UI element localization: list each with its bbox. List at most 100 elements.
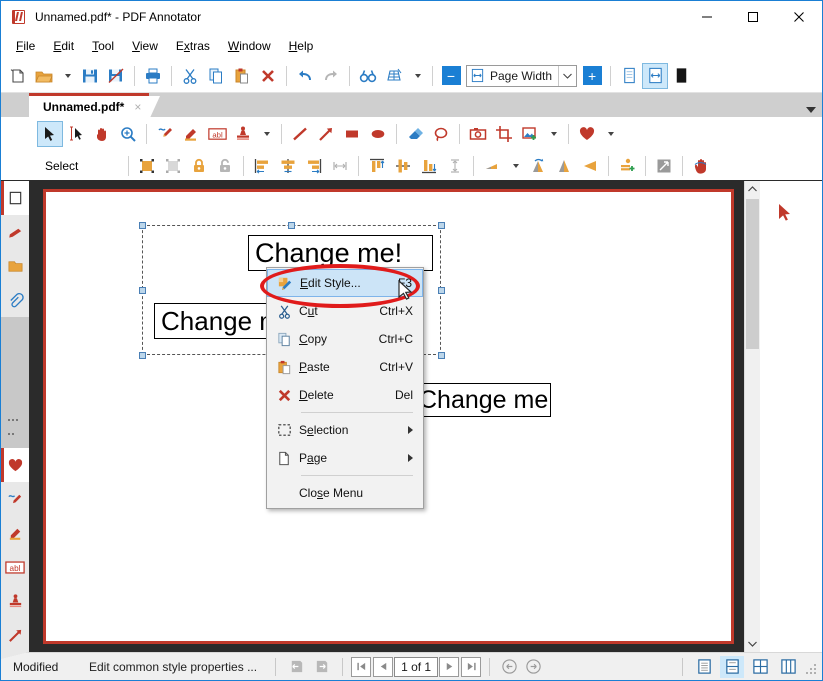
rotate-icon[interactable] (479, 153, 505, 179)
eraser-tool-icon[interactable] (402, 121, 428, 147)
scroll-down-arrow-icon[interactable] (745, 636, 760, 652)
sidebar-tool-stamp[interactable] (1, 584, 29, 625)
full-screen-icon[interactable] (668, 63, 694, 89)
insert-image-dropdown-caret-icon[interactable] (543, 121, 563, 147)
find-icon[interactable] (355, 63, 381, 89)
selection-handle-ne[interactable] (438, 222, 445, 229)
menu-file[interactable]: FFileile (7, 36, 44, 56)
selection-handle-e[interactable] (438, 287, 445, 294)
menu-edit[interactable]: Edit (44, 36, 83, 56)
sidebar-tab-attachments[interactable] (1, 283, 29, 324)
stamp-dropdown-caret-icon[interactable] (256, 121, 276, 147)
menu-help[interactable]: Help (280, 36, 323, 56)
flip-horizontal-icon[interactable] (577, 153, 603, 179)
open-dropdown-caret-icon[interactable] (57, 63, 77, 89)
rectangle-tool-icon[interactable] (339, 121, 365, 147)
scroll-up-arrow-icon[interactable] (745, 181, 760, 197)
view-facing[interactable] (748, 656, 772, 678)
menu-close[interactable]: Close Menu (267, 479, 423, 507)
maximize-button[interactable] (730, 1, 776, 33)
align-left-icon[interactable] (249, 153, 275, 179)
zoom-level-combo[interactable]: Page Width (466, 64, 578, 87)
ungroup-icon[interactable] (160, 153, 186, 179)
view-single-page[interactable] (692, 656, 716, 678)
menu-extras[interactable]: Extras (167, 36, 219, 56)
align-right-icon[interactable] (301, 153, 327, 179)
selection-handle-nw[interactable] (139, 222, 146, 229)
favorites-dropdown-caret-icon[interactable] (600, 121, 620, 147)
history-forward-icon[interactable] (309, 654, 335, 680)
first-page-icon[interactable] (351, 656, 372, 677)
lasso-tool-icon[interactable] (428, 121, 454, 147)
page-indicator[interactable]: 1 of 1 (394, 656, 439, 677)
tab-close-icon[interactable]: × (134, 100, 141, 114)
pen-tool-icon[interactable] (152, 121, 178, 147)
selection-handle-w[interactable] (139, 287, 146, 294)
open-document-icon[interactable] (31, 63, 57, 89)
crop-tool-icon[interactable] (491, 121, 517, 147)
distribute-vertical-icon[interactable] (442, 153, 468, 179)
rotate-dropdown-caret-icon[interactable] (505, 153, 525, 179)
pdf-page[interactable]: Change me! Change me! Change me! Edit St… (43, 189, 760, 644)
stamp-tool-icon[interactable] (230, 121, 256, 147)
rotate-free-icon[interactable] (525, 153, 551, 179)
new-document-icon[interactable] (5, 63, 31, 89)
resize-icon[interactable] (651, 153, 677, 179)
lock-icon[interactable] (186, 153, 212, 179)
selection-handle-n[interactable] (288, 222, 295, 229)
select-text-tool-icon[interactable] (63, 121, 89, 147)
next-page-icon[interactable] (439, 656, 460, 677)
sidebar-tool-arrow[interactable] (1, 618, 29, 659)
last-page-icon[interactable] (461, 656, 482, 677)
snapshot-tool-icon[interactable] (465, 121, 491, 147)
sidebar-tab-bookmarks[interactable] (1, 215, 29, 256)
sidebar-resize-grip[interactable] (8, 410, 22, 435)
fit-width-icon[interactable] (642, 62, 669, 89)
pan-hand-tool-icon[interactable] (89, 121, 115, 147)
minimize-button[interactable] (684, 1, 730, 33)
sidebar-tool-highlighter[interactable] (1, 516, 29, 557)
window-resize-grip[interactable] (802, 660, 816, 674)
arrow-tool-icon[interactable] (313, 121, 339, 147)
ocr-dropdown-caret-icon[interactable] (407, 63, 427, 89)
sidebar-tab-pages[interactable] (1, 181, 29, 223)
save-icon[interactable] (77, 63, 103, 89)
view-grid[interactable] (776, 656, 800, 678)
view-continuous[interactable] (720, 655, 744, 678)
sidebar-tool-favorites[interactable] (1, 448, 29, 490)
menu-view[interactable]: View (123, 36, 167, 56)
align-middle-vertical-icon[interactable] (390, 153, 416, 179)
tab-overflow-chevron-down-icon[interactable] (806, 107, 816, 113)
paste-icon[interactable] (229, 63, 255, 89)
group-icon[interactable] (134, 153, 160, 179)
redo-icon[interactable] (318, 63, 344, 89)
menu-page[interactable]: Page (267, 444, 423, 472)
delete-icon[interactable] (255, 63, 281, 89)
unlock-icon[interactable] (212, 153, 238, 179)
selection-handle-sw[interactable] (139, 352, 146, 359)
forward-circle-icon[interactable] (523, 657, 543, 677)
fit-page-icon[interactable] (616, 63, 642, 89)
favorites-heart-icon[interactable] (574, 121, 600, 147)
flip-vertical-icon[interactable] (551, 153, 577, 179)
menu-window[interactable]: Window (219, 36, 280, 56)
align-center-horizontal-icon[interactable] (275, 153, 301, 179)
distribute-horizontal-icon[interactable] (327, 153, 353, 179)
menu-selection[interactable]: Selection (267, 416, 423, 444)
zoom-out-button[interactable]: − (438, 63, 464, 89)
align-top-icon[interactable] (364, 153, 390, 179)
bring-to-front-icon[interactable] (614, 153, 640, 179)
zoom-tool-icon[interactable] (115, 121, 141, 147)
document-vertical-scrollbar[interactable] (744, 181, 760, 652)
menu-tool[interactable]: Tool (83, 36, 123, 56)
pan-hand-red-icon[interactable] (688, 153, 714, 179)
sidebar-tool-pen[interactable] (1, 482, 29, 523)
scrollbar-thumb[interactable] (746, 199, 759, 349)
copy-icon[interactable] (203, 63, 229, 89)
selection-handle-se[interactable] (438, 352, 445, 359)
text-tool-icon[interactable]: abl (204, 121, 230, 147)
insert-image-icon[interactable] (517, 121, 543, 147)
back-circle-icon[interactable] (499, 657, 519, 677)
document-tab[interactable]: Unnamed.pdf* × (29, 93, 160, 120)
history-back-icon[interactable] (283, 654, 309, 680)
